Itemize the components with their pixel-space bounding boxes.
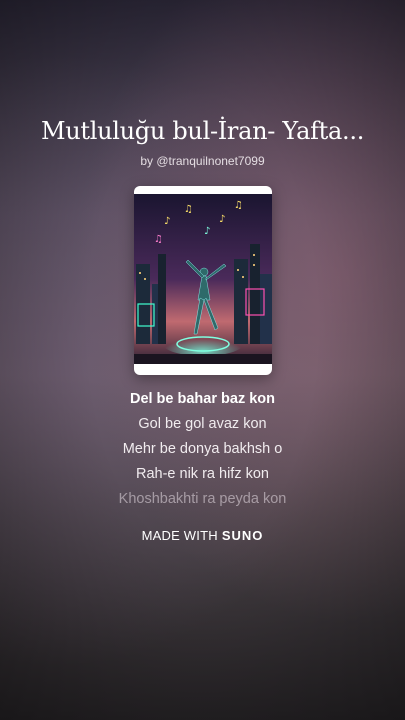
cover-art[interactable]: ♪ ♫ ♪ ♫ ♪ ♫ [134, 186, 272, 375]
song-title: Mutluluğu bul-İran- Yafta... [40, 117, 365, 145]
lyric-line: Rah-e nik ra hifz kon [136, 466, 269, 482]
lyric-line-upcoming: Khoshbakhti ra peyda kon [118, 491, 287, 507]
artist-byline[interactable]: by @tranquilnonet7099 [0, 154, 405, 168]
lyric-line-active: Del be bahar baz kon [129, 391, 276, 407]
dancer-neon-city-artwork: ♪♫ ♪♫ ♪♫ [134, 194, 272, 364]
made-with-suno-badge[interactable]: MADE WITH SUNO [0, 528, 405, 543]
svg-text:♪: ♪ [204, 226, 210, 237]
suno-logo: SUNO [221, 528, 264, 543]
svg-text:♪: ♪ [219, 214, 225, 225]
svg-text:♫: ♫ [234, 200, 243, 211]
svg-text:♪: ♪ [164, 216, 170, 227]
made-with-label: MADE WITH [141, 528, 218, 543]
lyric-line: Gol be gol avaz kon [138, 416, 267, 432]
lyric-line: Mehr be donya bakhsh o [122, 441, 283, 457]
lyrics-panel: Del be bahar baz kon Gol be gol avaz kon… [0, 390, 405, 515]
svg-text:♫: ♫ [154, 234, 163, 245]
svg-text:♫: ♫ [184, 204, 193, 215]
